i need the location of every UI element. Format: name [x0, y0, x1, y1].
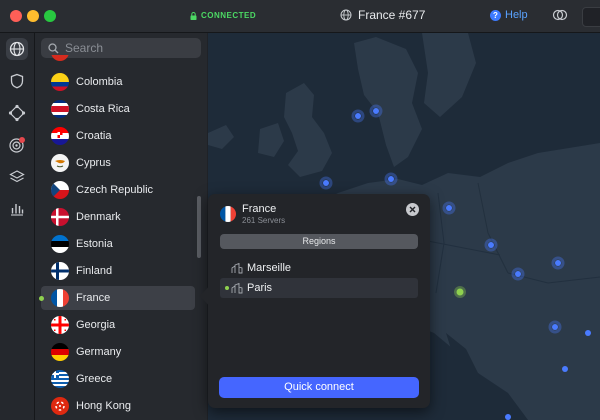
country-name: Hong Kong	[76, 400, 132, 412]
notifications-icon[interactable]	[552, 8, 568, 22]
help-icon: ?	[490, 9, 501, 21]
country-row-hong-kong[interactable]: Hong Kong	[41, 394, 195, 418]
help-link[interactable]: ? Help	[490, 9, 528, 21]
country-row-finland[interactable]: Finland	[41, 259, 195, 283]
country-row-georgia[interactable]: Georgia	[41, 313, 195, 337]
search-icon	[48, 42, 59, 53]
close-window-button[interactable]	[10, 10, 22, 22]
shield-icon[interactable]	[6, 70, 28, 92]
country-name: France	[76, 292, 111, 304]
country-popup: France 261 Servers Regions Marseille Par…	[199, 194, 430, 408]
globe-icon[interactable]	[6, 38, 28, 60]
finland-flag-icon	[51, 262, 69, 280]
france-flag-icon	[51, 289, 69, 307]
city-icon	[231, 262, 243, 273]
help-label: Help	[505, 9, 528, 21]
connected-indicator	[39, 295, 44, 301]
region-row-paris[interactable]: Paris	[220, 278, 418, 298]
quick-connect-button[interactable]: Quick connect	[219, 377, 419, 398]
france-flag-icon	[220, 206, 236, 222]
globe-icon	[340, 9, 352, 21]
server-title: France #677	[340, 8, 425, 22]
account-button[interactable]	[582, 7, 600, 27]
threat-protection-icon[interactable]	[6, 134, 28, 156]
country-list-pane: Colombia Costa Rica Croatia Cyprus Czech…	[35, 33, 207, 420]
popup-server-count: 261 Servers	[242, 216, 286, 225]
regions-header: Regions	[220, 234, 418, 249]
region-row-marseille[interactable]: Marseille	[220, 258, 418, 278]
stats-icon[interactable]	[6, 198, 28, 220]
hong-kong-flag-icon	[51, 397, 69, 415]
denmark-flag-icon	[51, 208, 69, 226]
croatia-flag-icon	[51, 127, 69, 145]
country-name: Germany	[76, 346, 122, 358]
status-label: CONNECTED	[201, 11, 257, 20]
close-icon	[409, 206, 416, 213]
cropped-flag	[51, 55, 69, 61]
country-name: Georgia	[76, 319, 116, 331]
connection-status: CONNECTED	[190, 11, 256, 20]
connected-indicator	[225, 286, 229, 290]
close-popup-button[interactable]	[406, 203, 419, 216]
country-row-estonia[interactable]: Estonia	[41, 232, 195, 256]
layers-icon[interactable]	[6, 166, 28, 188]
title-bar: CONNECTED France #677 ? Help	[0, 0, 600, 33]
georgia-flag-icon	[51, 316, 69, 334]
country-name: Greece	[76, 373, 113, 385]
country-name: Colombia	[76, 76, 123, 88]
region-name: Paris	[247, 282, 273, 294]
germany-flag-icon	[51, 343, 69, 361]
lock-icon	[190, 11, 197, 20]
country-name: Finland	[76, 265, 113, 277]
country-name: Costa Rica	[76, 103, 130, 115]
country-list-scrollbar[interactable]	[197, 196, 201, 258]
country-name: Croatia	[76, 130, 112, 142]
country-name: Czech Republic	[76, 184, 154, 196]
popup-country-name: France	[242, 203, 277, 215]
city-icon	[231, 282, 243, 293]
czech-flag-icon	[51, 181, 69, 199]
search-input[interactable]	[65, 41, 195, 55]
country-name: Estonia	[76, 238, 113, 250]
country-name: Cyprus	[76, 157, 111, 169]
country-row-colombia[interactable]: Colombia	[41, 70, 195, 94]
cyprus-flag-icon	[51, 154, 69, 172]
country-row-france[interactable]: France	[39, 286, 195, 310]
region-name: Marseille	[247, 262, 292, 274]
country-row-costa-rica[interactable]: Costa Rica	[41, 97, 195, 121]
server-name: France #677	[358, 8, 426, 22]
greece-flag-icon	[51, 370, 69, 388]
country-row-croatia[interactable]: Croatia	[41, 124, 195, 148]
meshnet-icon[interactable]	[6, 102, 28, 124]
country-row-denmark[interactable]: Denmark	[41, 205, 195, 229]
estonia-flag-icon	[51, 235, 69, 253]
country-row-cyprus[interactable]: Cyprus	[41, 151, 195, 175]
zoom-window-button[interactable]	[44, 10, 56, 22]
country-name: Denmark	[76, 211, 121, 223]
icon-rail	[0, 33, 35, 420]
country-row-greece[interactable]: Greece	[41, 367, 195, 391]
country-row-germany[interactable]: Germany	[41, 340, 195, 364]
colombia-flag-icon	[51, 73, 69, 91]
minimize-window-button[interactable]	[27, 10, 39, 22]
costa-rica-flag-icon	[51, 100, 69, 118]
country-row-czech-republic[interactable]: Czech Republic	[41, 178, 195, 202]
